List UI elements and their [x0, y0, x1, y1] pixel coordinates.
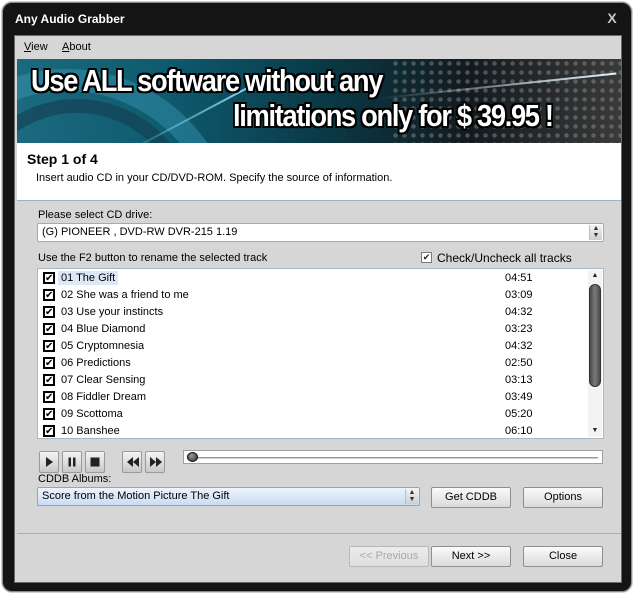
track-duration: 04:51 [505, 272, 533, 284]
track-checkbox[interactable]: ✔ [43, 323, 55, 335]
drive-label: Please select CD drive: [38, 209, 153, 221]
check-all-tracks[interactable]: ✔ Check/Uncheck all tracks [421, 251, 591, 266]
fast-forward-icon [150, 457, 162, 467]
options-button[interactable]: Options [523, 487, 603, 508]
track-name: 03 Use your instincts [61, 306, 164, 318]
track-checkbox[interactable]: ✔ [43, 391, 55, 403]
scroll-down-icon[interactable]: ▼ [588, 425, 602, 437]
cd-drive-select[interactable]: (G) PIONEER , DVD-RW DVR-215 1.19 ▲ ▼ [37, 223, 604, 242]
step-title: Step 1 of 4 [27, 151, 98, 167]
track-checkbox[interactable]: ✔ [43, 408, 55, 420]
spin-arrows-icon: ▲ ▼ [589, 225, 602, 240]
menu-view[interactable]: View [24, 41, 48, 53]
track-duration: 04:32 [505, 306, 533, 318]
spin-arrows-icon: ▲ ▼ [405, 489, 418, 504]
track-duration: 03:13 [505, 374, 533, 386]
track-checkbox[interactable]: ✔ [43, 289, 55, 301]
menu-view-label: iew [31, 41, 48, 53]
track-duration: 03:09 [505, 289, 533, 301]
slider-track [188, 457, 598, 459]
rewind-icon [127, 457, 139, 467]
footer-divider [17, 533, 621, 534]
track-duration: 03:49 [505, 391, 533, 403]
banner-headline: Use ALL software without any [31, 63, 383, 98]
menu-about-label: bout [69, 41, 91, 53]
window-title: Any Audio Grabber [15, 12, 125, 26]
track-row[interactable]: ✔ 03 Use your instincts 04:32 [41, 304, 586, 321]
track-name: 06 Predictions [61, 357, 131, 369]
track-row[interactable]: ✔ 04 Blue Diamond 03:23 [41, 321, 586, 338]
banner-price-line: limitations only for $ 39.95 ! [233, 98, 554, 133]
track-checkbox[interactable]: ✔ [43, 340, 55, 352]
play-button[interactable] [39, 451, 59, 473]
track-checkbox[interactable]: ✔ [43, 272, 55, 284]
track-duration: 05:20 [505, 408, 533, 420]
fast-forward-button[interactable] [145, 451, 165, 473]
track-duration: 02:50 [505, 357, 533, 369]
track-row[interactable]: ✔ 10 Banshee 06:10 [41, 423, 586, 440]
promo-banner[interactable]: Use ALL software without any limitations… [17, 59, 621, 143]
track-name: 05 Cryptomnesia [61, 340, 145, 352]
track-duration: 06:10 [505, 425, 533, 437]
get-cddb-button[interactable]: Get CDDB [431, 487, 511, 508]
next-button[interactable]: Next >> [431, 546, 511, 567]
track-name: 07 Clear Sensing [61, 374, 146, 386]
scroll-up-icon[interactable]: ▲ [588, 270, 602, 282]
rename-hint: Use the F2 button to rename the selected… [38, 252, 268, 264]
track-name: 08 Fiddler Dream [61, 391, 146, 403]
track-duration: 04:32 [505, 340, 533, 352]
track-name: 01 The Gift [58, 271, 119, 285]
track-name: 02 She was a friend to me [61, 289, 189, 301]
app-window: Any Audio Grabber X View About Use ALL s… [2, 2, 632, 592]
menu-about[interactable]: About [62, 41, 91, 53]
track-name: 04 Blue Diamond [61, 323, 146, 335]
cddb-album-select[interactable]: Score from the Motion Picture The Gift ▲… [37, 487, 420, 506]
title-bar[interactable]: Any Audio Grabber X [3, 3, 631, 35]
track-row[interactable]: ✔ 02 She was a friend to me 03:09 [41, 287, 586, 304]
close-button[interactable]: Close [523, 546, 603, 567]
track-checkbox[interactable]: ✔ [43, 306, 55, 318]
stop-icon [90, 457, 100, 467]
cd-drive-value: (G) PIONEER , DVD-RW DVR-215 1.19 [42, 226, 238, 238]
dialog-client: View About Use ALL software without any … [14, 35, 622, 583]
track-row[interactable]: ✔ 07 Clear Sensing 03:13 [41, 372, 586, 389]
track-checkbox[interactable]: ✔ [43, 357, 55, 369]
menu-bar: View About [15, 36, 621, 58]
slider-knob[interactable] [187, 452, 198, 462]
track-row[interactable]: ✔ 01 The Gift 04:51 [41, 270, 586, 287]
track-row[interactable]: ✔ 06 Predictions 02:50 [41, 355, 586, 372]
track-name: 10 Banshee [61, 425, 120, 437]
play-icon [46, 457, 53, 467]
track-list[interactable]: ✔ 01 The Gift 04:51 ✔ 02 She was a friend to… [37, 268, 604, 439]
rewind-button[interactable] [122, 451, 142, 473]
stop-button[interactable] [85, 451, 105, 473]
scroll-thumb[interactable] [589, 284, 601, 387]
track-name: 09 Scottoma [61, 408, 123, 420]
pause-icon [68, 457, 76, 467]
track-row[interactable]: ✔ 08 Fiddler Dream 03:49 [41, 389, 586, 406]
close-window-icon[interactable]: X [605, 10, 619, 26]
previous-button[interactable]: << Previous [349, 546, 429, 567]
track-checkbox[interactable]: ✔ [43, 374, 55, 386]
cddb-label: CDDB Albums: [38, 473, 112, 485]
step-header: Step 1 of 4 Insert audio CD in your CD/D… [17, 143, 621, 201]
pause-button[interactable] [62, 451, 82, 473]
track-row[interactable]: ✔ 09 Scottoma 05:20 [41, 406, 586, 423]
check-all-label: Check/Uncheck all tracks [437, 251, 572, 265]
step-description: Insert audio CD in your CD/DVD-ROM. Spec… [36, 172, 393, 184]
track-duration: 03:23 [505, 323, 533, 335]
track-checkbox[interactable]: ✔ [43, 425, 55, 437]
check-all-checkbox[interactable]: ✔ [421, 252, 432, 263]
cddb-album-value: Score from the Motion Picture The Gift [42, 490, 230, 502]
track-list-scrollbar[interactable]: ▲ ▼ [588, 270, 602, 437]
track-row[interactable]: ✔ 05 Cryptomnesia 04:32 [41, 338, 586, 355]
playback-position-slider[interactable] [183, 450, 603, 464]
